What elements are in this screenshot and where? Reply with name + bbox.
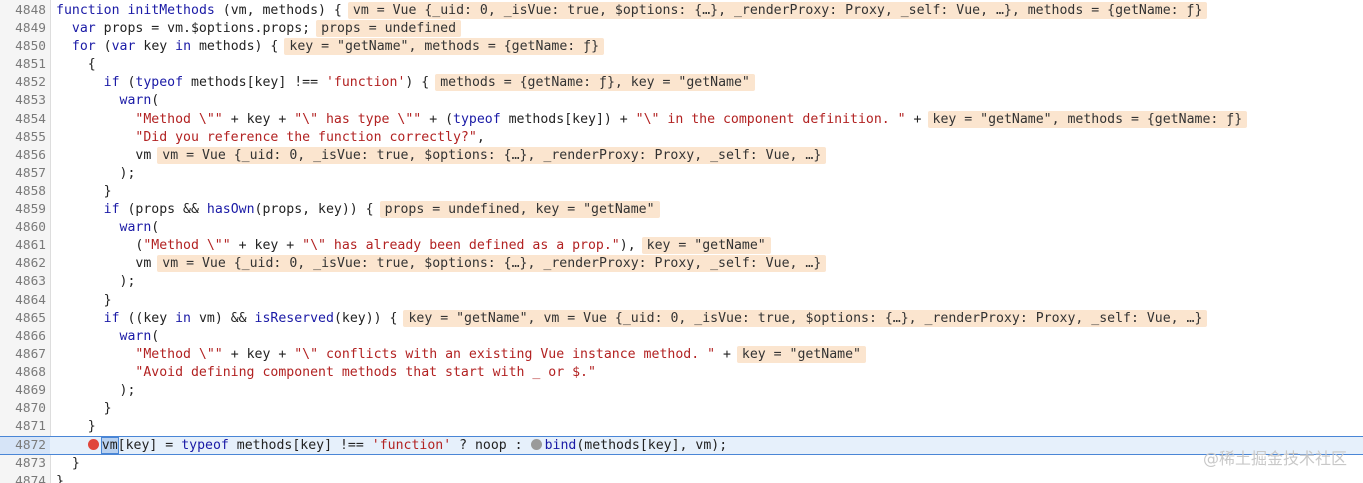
code-text: function initMethods (vm, methods) {vm =… [56, 2, 1208, 20]
line-number[interactable]: 4862 [0, 255, 46, 273]
code-text: if (typeof methods[key] !== 'function') … [56, 74, 755, 92]
line-number[interactable]: 4851 [0, 56, 46, 74]
code-line[interactable]: 4851 { [0, 56, 1363, 74]
code-text: } [56, 292, 112, 308]
code-text: { [56, 57, 96, 73]
inline-variable-value: props = undefined [316, 20, 462, 38]
line-number[interactable]: 4865 [0, 310, 46, 328]
line-number[interactable]: 4874 [0, 473, 46, 483]
code-line[interactable]: 4858 } [0, 183, 1363, 201]
code-text: vm vm = Vue {_uid: 0, _isVue: true, $opti… [56, 255, 827, 273]
selected-token: vm [100, 437, 119, 455]
code-line[interactable]: 4860 warn( [0, 219, 1363, 237]
line-number[interactable]: 4871 [0, 418, 46, 436]
code-text: vm[key] = typeof methods[key] !== 'funct… [56, 437, 727, 455]
code-line[interactable]: 4866 warn( [0, 328, 1363, 346]
current-execution-line[interactable]: 4872 vm[key] = typeof methods[key] !== '… [0, 436, 1363, 456]
code-text: warn( [119, 328, 160, 344]
inline-variable-value: key = "getName" [641, 237, 771, 255]
code-text: } [56, 419, 96, 435]
line-number[interactable]: 4854 [0, 111, 46, 129]
line-number[interactable]: 4870 [0, 400, 46, 418]
code-line[interactable]: 4849 var props = vm.$options.props; props… [0, 20, 1363, 38]
line-number[interactable]: 4852 [0, 74, 46, 92]
inline-breakpoint-icon[interactable] [87, 439, 99, 451]
code-line[interactable]: 4864 } [0, 292, 1363, 310]
inline-breakpoint-inactive-icon[interactable] [530, 439, 542, 451]
code-text: "Method \"" + key + "\" has type \"" + (… [56, 110, 1248, 129]
inline-variable-value: props = undefined, key = "getName" [379, 201, 660, 219]
code-line[interactable]: 4867 "Method \"" + key + "\" conflicts w… [0, 345, 1363, 364]
line-number[interactable]: 4859 [0, 201, 46, 219]
code-line[interactable]: 4869 ); [0, 382, 1363, 400]
line-number[interactable]: 4860 [0, 219, 46, 237]
line-number[interactable]: 4858 [0, 183, 46, 201]
inline-variable-value: key = "getName", vm = Vue {_uid: 0, _isV… [403, 309, 1208, 327]
code-text: "Avoid defining component methods that s… [135, 364, 596, 380]
code-text: if (props && hasOwn(props, key)) {props … [56, 201, 660, 219]
line-number[interactable]: 4853 [0, 92, 46, 110]
line-number[interactable]: 4855 [0, 129, 46, 147]
code-text: if ((key in vm) && isReserved(key)) {key… [56, 309, 1208, 328]
code-text: "Method \"" + key + "\" conflicts with a… [56, 345, 866, 364]
code-text: vm vm = Vue {_uid: 0, _isVue: true, $opti… [56, 146, 827, 165]
code-line[interactable]: 4868 "Avoid defining component methods t… [0, 364, 1363, 382]
line-number[interactable]: 4861 [0, 237, 46, 255]
code-line[interactable]: 4852 if (typeof methods[key] !== 'functi… [0, 74, 1363, 92]
code-editor[interactable]: 4848 function initMethods (vm, methods) {… [0, 0, 1363, 483]
line-number[interactable]: 4857 [0, 165, 46, 183]
inline-variable-value: key = "getName", methods = {getName: ƒ} [927, 110, 1248, 128]
code-text: "Did you reference the function correctl… [135, 129, 485, 145]
code-text: } [56, 456, 80, 472]
code-text: warn( [119, 220, 160, 236]
code-text: } [56, 401, 112, 417]
code-text: for (var key in methods) {key = "getName… [56, 38, 605, 56]
line-number[interactable]: 4869 [0, 382, 46, 400]
line-number[interactable]: 4849 [0, 20, 46, 38]
code-line[interactable]: 4853 warn( [0, 92, 1363, 110]
code-line[interactable]: 4871 } [0, 418, 1363, 436]
inline-variable-value: methods = {getName: ƒ}, key = "getName" [435, 74, 755, 92]
code-line[interactable]: 4870 } [0, 400, 1363, 418]
code-line[interactable]: 4859 if (props && hasOwn(props, key)) {p… [0, 201, 1363, 219]
code-line[interactable]: 4855 "Did you reference the function cor… [0, 129, 1363, 147]
code-text: } [56, 474, 64, 483]
code-text: warn( [119, 93, 160, 109]
code-text: var props = vm.$options.props; props = un… [56, 20, 462, 38]
line-number[interactable]: 4872 [0, 437, 50, 455]
code-line[interactable]: 4874} [0, 473, 1363, 483]
code-text: ); [56, 382, 136, 398]
code-line[interactable]: 4848 function initMethods (vm, methods) {… [0, 2, 1363, 20]
line-number[interactable]: 4873 [0, 455, 46, 473]
code-line[interactable]: 4857 ); [0, 165, 1363, 183]
line-number[interactable]: 4868 [0, 364, 46, 382]
line-number[interactable]: 4867 [0, 346, 46, 364]
line-number[interactable]: 4866 [0, 328, 46, 346]
line-number[interactable]: 4856 [0, 147, 46, 165]
code-line[interactable]: 4861 ("Method \"" + key + "\" has alread… [0, 237, 1363, 255]
code-line[interactable]: 4850 for (var key in methods) {key = "ge… [0, 38, 1363, 56]
watermark: @稀土掘金技术社区 [1202, 449, 1347, 468]
code-text: } [56, 183, 112, 199]
line-number[interactable]: 4850 [0, 38, 46, 56]
line-number[interactable]: 4863 [0, 273, 46, 291]
line-number[interactable]: 4864 [0, 292, 46, 310]
inline-variable-value: key = "getName", methods = {getName: ƒ} [284, 38, 605, 56]
inline-variable-value: vm = Vue {_uid: 0, _isVue: true, $option… [347, 2, 1208, 19]
inline-variable-value: key = "getName" [736, 345, 866, 363]
code-line[interactable]: 4854 "Method \"" + key + "\" has type \"… [0, 110, 1363, 129]
code-text: ("Method \"" + key + "\" has already bee… [56, 237, 771, 255]
code-text: ); [56, 274, 136, 290]
code-text: ); [56, 165, 136, 181]
code-line[interactable]: 4863 ); [0, 273, 1363, 291]
inline-variable-value: vm = Vue {_uid: 0, _isVue: true, $option… [157, 255, 827, 273]
inline-variable-value: vm = Vue {_uid: 0, _isVue: true, $option… [157, 146, 827, 164]
code-line[interactable]: 4865 if ((key in vm) && isReserved(key))… [0, 309, 1363, 328]
code-line[interactable]: 4873 } [0, 455, 1363, 473]
code-lines: 4848 function initMethods (vm, methods) {… [0, 2, 1363, 483]
code-line[interactable]: 4856 vm vm = Vue {_uid: 0, _isVue: true, … [0, 146, 1363, 165]
line-number[interactable]: 4848 [0, 2, 46, 20]
code-line[interactable]: 4862 vm vm = Vue {_uid: 0, _isVue: true, … [0, 255, 1363, 273]
